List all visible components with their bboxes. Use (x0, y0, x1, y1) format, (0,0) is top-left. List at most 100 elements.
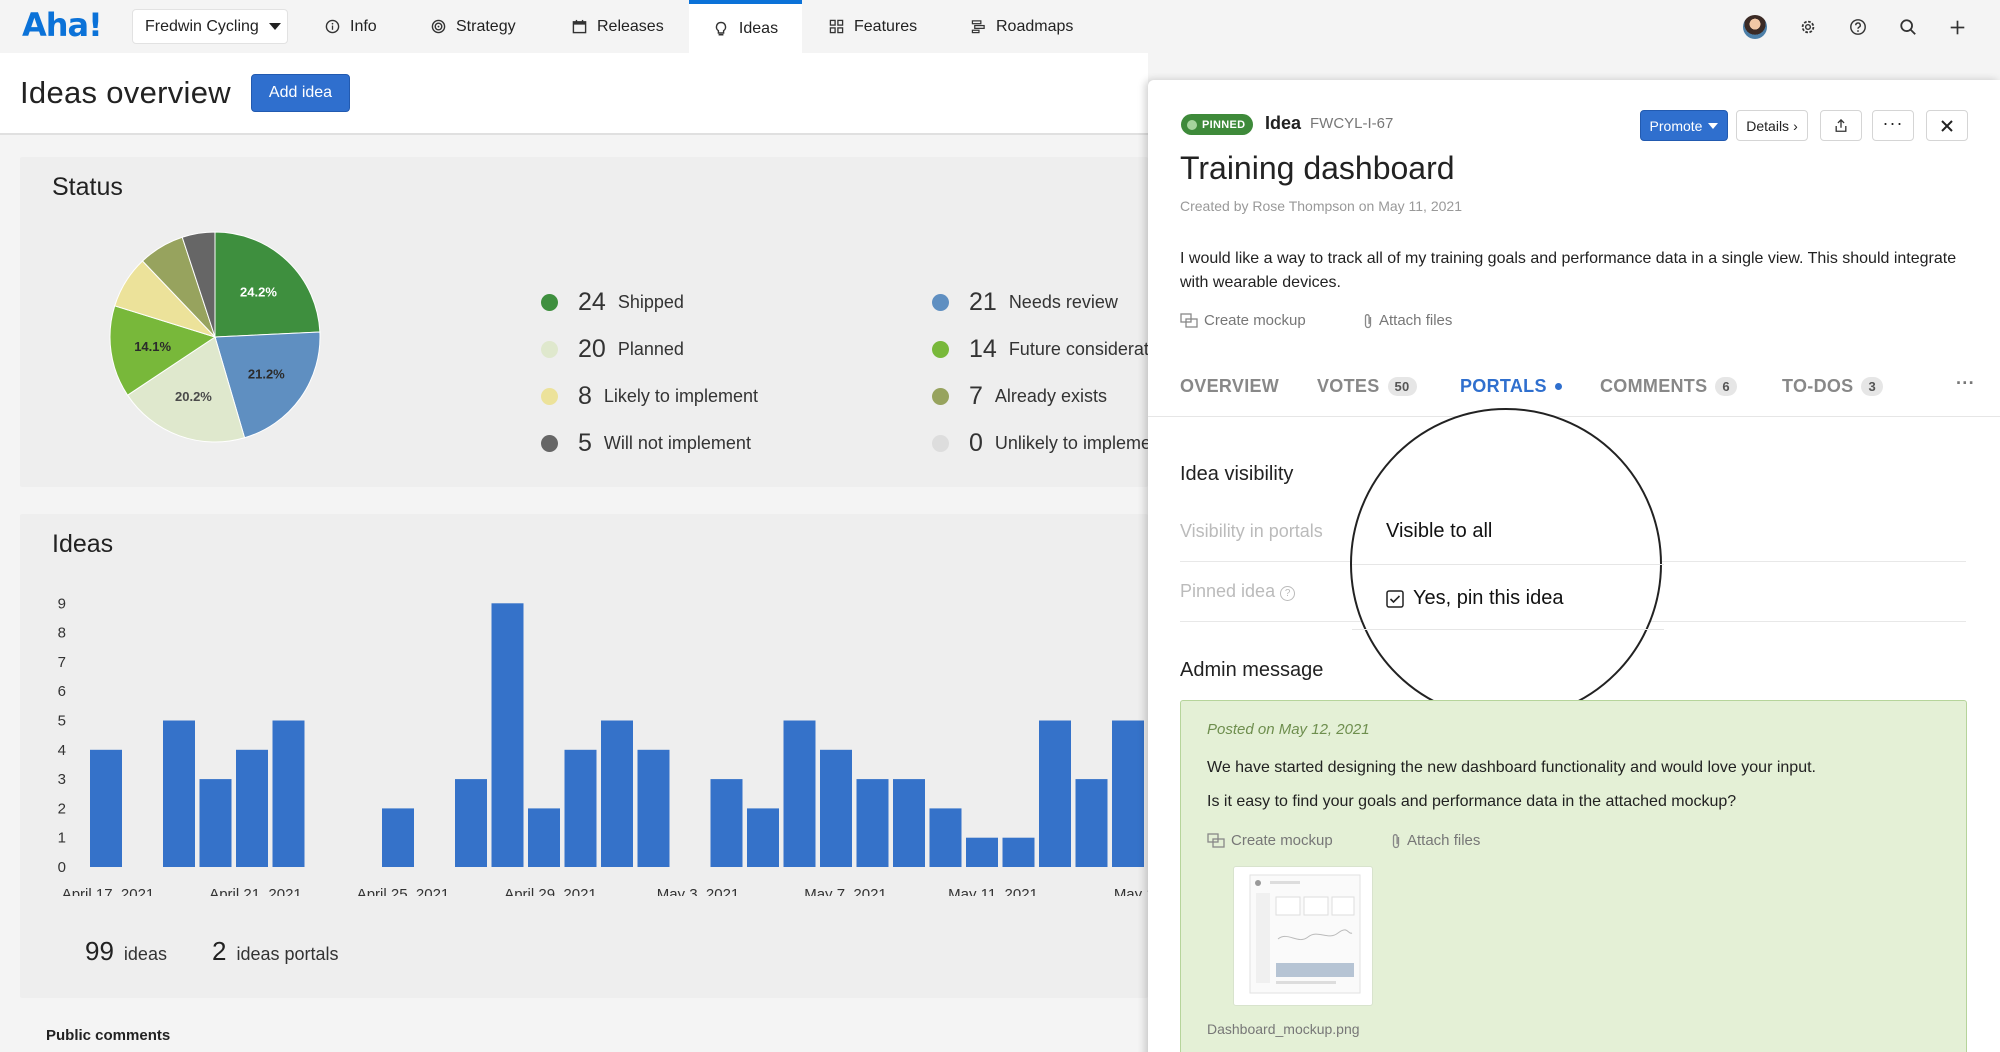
tab-label: TO-DOS (1782, 376, 1854, 396)
bar[interactable] (820, 749, 852, 867)
bar[interactable] (637, 749, 670, 867)
workspace-selector[interactable]: Fredwin Cycling (132, 9, 288, 44)
bar[interactable] (491, 603, 524, 867)
add-idea-button[interactable]: Add idea (251, 74, 350, 112)
legend-item[interactable]: 8 Likely to implement (541, 381, 758, 411)
nav-info[interactable]: Info (324, 0, 377, 53)
bar[interactable] (382, 808, 414, 867)
bar[interactable] (783, 720, 816, 868)
bar[interactable] (966, 837, 998, 867)
legend-label: Shipped (617, 291, 684, 312)
pinned-label: PINNED (1202, 118, 1246, 131)
y-tick-label: 9 (58, 595, 66, 612)
help-icon[interactable]: ? (1280, 586, 1296, 601)
idea-title[interactable]: Training dashboard (1180, 150, 1455, 187)
tab-comments[interactable]: COMMENTS 6 (1600, 376, 1737, 397)
nav-strategy[interactable]: Strategy (430, 0, 516, 53)
legend-item[interactable]: 20 Planned (541, 334, 684, 364)
tab-overview[interactable]: OVERVIEW (1180, 376, 1279, 397)
public-comments-heading: Public comments (46, 1027, 171, 1044)
bar[interactable] (1112, 720, 1144, 868)
pie-slice-label: 21.2% (248, 367, 285, 382)
nav-label: Releases (597, 17, 664, 35)
x-tick-label: May 3, 2021 (657, 886, 740, 896)
pie-slice-label: 24.2% (240, 284, 277, 299)
status-title: Status (52, 173, 123, 201)
record-reference[interactable]: FWCYL-I-67 (1310, 115, 1393, 132)
legend-item[interactable]: 24 Shipped (541, 287, 684, 317)
ideas-title: Ideas (52, 530, 114, 558)
nav-features[interactable]: Features (828, 0, 917, 53)
bar[interactable] (1039, 720, 1071, 868)
bar[interactable] (601, 720, 633, 868)
admin-create-mockup-link[interactable]: Create mockup (1207, 832, 1333, 849)
settings-gear-icon[interactable] (1795, 14, 1821, 40)
legend-item[interactable]: 14 Future considerati (932, 334, 1153, 364)
admin-attach-files-link[interactable]: Attach files (1391, 832, 1480, 849)
nav-roadmaps[interactable]: Roadmaps (970, 0, 1073, 53)
details-button[interactable]: Details › (1736, 110, 1808, 141)
bar[interactable] (455, 779, 487, 867)
mockup-thumbnail[interactable] (1233, 866, 1373, 1006)
promote-button[interactable]: Promote (1640, 110, 1728, 141)
tab-portals[interactable]: PORTALS (1460, 376, 1562, 397)
search-icon[interactable] (1895, 14, 1921, 40)
create-mockup-link[interactable]: Create mockup (1180, 312, 1306, 329)
avatar (1743, 15, 1767, 39)
nav-releases[interactable]: Releases (571, 0, 664, 53)
details-label: Details (1746, 117, 1790, 134)
bar[interactable] (528, 808, 560, 867)
nav-ideas[interactable]: Ideas (689, 0, 802, 53)
close-icon[interactable] (1926, 110, 1968, 141)
legend-item[interactable]: 5 Will not implement (541, 428, 751, 458)
idea-description[interactable]: I would like a way to track all of my tr… (1180, 247, 1970, 295)
visibility-label: Visibility in portals (1180, 521, 1323, 541)
status-pie-chart: 24.2% 21.2% 20.2% 14.1% (109, 231, 321, 443)
bar[interactable] (90, 749, 122, 867)
bar[interactable] (747, 808, 779, 867)
chevron-right-icon: › (1793, 117, 1798, 134)
pin-idea-checkbox[interactable]: Yes, pin this idea (1386, 587, 1563, 610)
created-by: Created by Rose Thompson on May 11, 2021 (1180, 198, 1462, 214)
share-icon[interactable] (1820, 110, 1862, 141)
user-avatar[interactable] (1742, 14, 1768, 40)
more-options-icon[interactable]: ··· (1872, 110, 1914, 141)
legend-item[interactable]: 21 Needs review (932, 287, 1118, 317)
bar[interactable] (163, 720, 195, 868)
bar[interactable] (564, 749, 597, 867)
bar[interactable] (236, 749, 268, 867)
x-tick-label: May 7, 2021 (804, 886, 887, 896)
bar[interactable] (199, 779, 232, 867)
more-tabs-icon[interactable]: ··· (1956, 373, 1975, 394)
bar[interactable] (1075, 779, 1108, 867)
bar[interactable] (272, 720, 305, 868)
y-tick-label: 1 (58, 830, 66, 847)
bar[interactable] (710, 779, 743, 867)
attachment-filename[interactable]: Dashboard_mockup.png (1207, 1021, 1360, 1037)
legend-item[interactable]: 7 Already exists (932, 381, 1107, 411)
tab-votes[interactable]: VOTES 50 (1317, 376, 1417, 397)
attach-files-link[interactable]: Attach files (1363, 312, 1452, 329)
create-mockup-label: Create mockup (1204, 312, 1306, 329)
legend-label: Will not implement (603, 432, 751, 453)
nav-label: Info (350, 17, 377, 35)
tab-todos[interactable]: TO-DOS 3 (1782, 376, 1884, 397)
stat-ideas: 99 ideas (85, 936, 167, 967)
x-tick-label: May 11, 2021 (948, 886, 1038, 896)
bar[interactable] (1002, 837, 1035, 867)
bar[interactable] (856, 779, 889, 867)
legend-count: 21 (969, 287, 997, 316)
legend-item[interactable]: 0 Unlikely to impleme (932, 428, 1151, 458)
aha-logo[interactable]: Aha! (22, 6, 103, 44)
add-plus-icon[interactable] (1944, 14, 1970, 40)
bar[interactable] (893, 779, 925, 867)
roadmap-icon (970, 19, 986, 35)
bar[interactable] (929, 808, 962, 867)
lightbulb-icon (713, 21, 729, 37)
visibility-value[interactable]: Visible to all (1386, 520, 1492, 543)
admin-message-title: Admin message (1180, 659, 1324, 681)
promote-label: Promote (1649, 117, 1703, 134)
stat-number: 2 (212, 936, 227, 966)
help-icon[interactable] (1845, 14, 1871, 40)
pinned-idea-label: Pinned idea ? (1180, 581, 1296, 602)
